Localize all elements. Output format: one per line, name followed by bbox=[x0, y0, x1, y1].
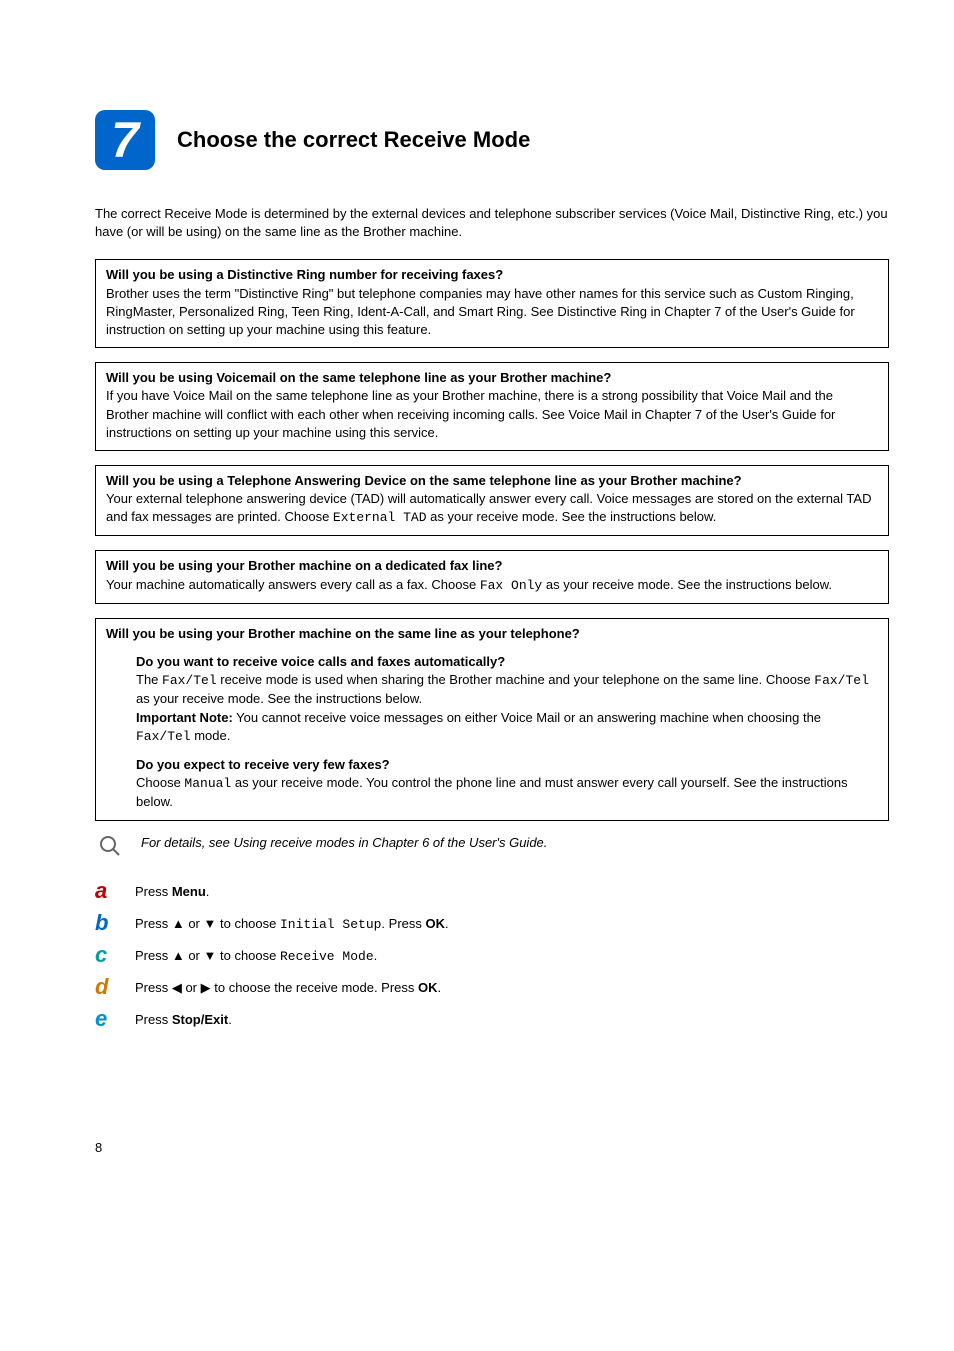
box-dedicated-fax: Will you be using your Brother machine o… bbox=[95, 550, 889, 603]
box-distinctive-ring: Will you be using a Distinctive Ring num… bbox=[95, 259, 889, 348]
box-body: If you have Voice Mail on the same telep… bbox=[106, 388, 835, 439]
box-body: Brother uses the term "Distinctive Ring"… bbox=[106, 286, 855, 337]
step-letter: b bbox=[95, 912, 131, 934]
left-arrow-icon: ◀ bbox=[172, 980, 182, 995]
page-number: 8 bbox=[95, 1140, 889, 1155]
box-body: Your machine automatically answers every… bbox=[106, 577, 832, 592]
step-number-badge: 7 bbox=[95, 110, 155, 170]
intro-paragraph: The correct Receive Mode is determined b… bbox=[95, 205, 889, 241]
reference-icon bbox=[99, 835, 121, 862]
step-letter: e bbox=[95, 1008, 131, 1030]
hint-row: For details, see Using receive modes in … bbox=[95, 835, 889, 862]
step-letter: a bbox=[95, 880, 131, 902]
box-answering-device: Will you be using a Telephone Answering … bbox=[95, 465, 889, 537]
page-title: Choose the correct Receive Mode bbox=[177, 127, 530, 153]
box-same-line-telephone: Will you be using your Brother machine o… bbox=[95, 618, 889, 821]
step-c: c Press ▲ or ▼ to choose Receive Mode. bbox=[95, 944, 889, 966]
step-letter: c bbox=[95, 944, 131, 966]
page-header: 7 Choose the correct Receive Mode bbox=[95, 110, 889, 170]
step-b: b Press ▲ or ▼ to choose Initial Setup. … bbox=[95, 912, 889, 934]
box-title: Will you be using Voicemail on the same … bbox=[106, 370, 611, 385]
up-arrow-icon: ▲ bbox=[172, 948, 185, 963]
box-title: Will you be using a Distinctive Ring num… bbox=[106, 267, 503, 282]
sub-question-few-faxes: Do you expect to receive very few faxes?… bbox=[136, 756, 878, 812]
down-arrow-icon: ▼ bbox=[204, 916, 217, 931]
step-letter: d bbox=[95, 976, 131, 998]
step-d: d Press ◀ or ▶ to choose the receive mod… bbox=[95, 976, 889, 998]
step-e: e Press Stop/Exit. bbox=[95, 1008, 889, 1030]
box-voicemail: Will you be using Voicemail on the same … bbox=[95, 362, 889, 451]
box-title: Will you be using your Brother machine o… bbox=[106, 626, 580, 641]
right-arrow-icon: ▶ bbox=[201, 980, 211, 995]
box-title: Will you be using your Brother machine o… bbox=[106, 558, 502, 573]
hint-text: For details, see Using receive modes in … bbox=[141, 835, 547, 850]
sub-question-auto: Do you want to receive voice calls and f… bbox=[136, 653, 878, 746]
box-body: Your external telephone answering device… bbox=[106, 491, 871, 524]
box-title: Will you be using a Telephone Answering … bbox=[106, 473, 742, 488]
up-arrow-icon: ▲ bbox=[172, 916, 185, 931]
down-arrow-icon: ▼ bbox=[204, 948, 217, 963]
step-a: a Press Menu. bbox=[95, 880, 889, 902]
instruction-steps: a Press Menu. b Press ▲ or ▼ to choose I… bbox=[95, 880, 889, 1030]
